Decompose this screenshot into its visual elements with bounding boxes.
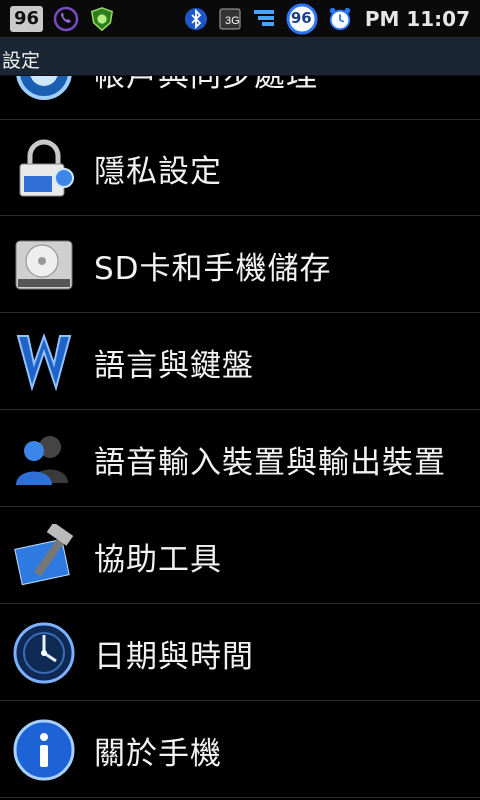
viber-icon [53, 6, 79, 32]
battery-level-badge: 96 [10, 6, 44, 32]
settings-item-date-time[interactable]: 日期與時間 [0, 605, 480, 701]
battery-circle-icon: 96 [285, 3, 319, 35]
settings-item-label: 日期與時間 [94, 638, 254, 675]
status-bar: 96 3G 96 PM 11:07 [0, 0, 480, 38]
settings-item-label: 協助工具 [94, 541, 222, 578]
settings-list: 帳戶與同步處理 隱私設定 SD卡和手機儲存 [0, 76, 480, 800]
settings-item-language-keyboard[interactable]: 語言與鍵盤 [0, 314, 480, 410]
sync-globe-icon [12, 76, 76, 104]
page-title: 設定 [2, 50, 41, 72]
clock-icon [12, 621, 76, 685]
letter-w-icon [12, 330, 76, 394]
lock-icon [12, 136, 76, 200]
settings-item-label: 隱私設定 [94, 153, 222, 190]
signal-icon [251, 6, 277, 32]
alarm-icon [327, 6, 353, 32]
svg-text:3G: 3G [225, 15, 240, 27]
settings-item-label: 語言與鍵盤 [94, 347, 254, 384]
battery-circle-value: 96 [290, 9, 312, 27]
sync-3g-icon: 3G [217, 6, 243, 32]
tools-hammer-icon [12, 522, 76, 588]
settings-item-storage[interactable]: SD卡和手機儲存 [0, 217, 480, 313]
title-bar: 設定 [0, 38, 480, 76]
info-icon [12, 718, 76, 782]
settings-item-about-phone[interactable]: 關於手機 [0, 702, 480, 798]
settings-item-label: 關於手機 [94, 735, 222, 772]
clock-time: PM 11:07 [364, 7, 470, 31]
bluetooth-icon [183, 6, 209, 32]
settings-item-privacy[interactable]: 隱私設定 [0, 120, 480, 216]
settings-item-label: SD卡和手機儲存 [94, 250, 332, 287]
hard-drive-icon [12, 233, 76, 297]
settings-item-label: 語音輸入裝置與輸出裝置 [94, 444, 446, 481]
status-right: 3G 96 PM 11:07 [183, 3, 470, 35]
settings-item-voice-io[interactable]: 語音輸入裝置與輸出裝置 [0, 411, 480, 507]
settings-item-accounts-sync[interactable]: 帳戶與同步處理 [0, 76, 480, 120]
status-left: 96 [10, 3, 115, 35]
shield-bug-icon [89, 6, 115, 32]
settings-item-accessibility[interactable]: 協助工具 [0, 508, 480, 604]
users-icon [12, 427, 76, 491]
settings-item-label: 帳戶與同步處理 [94, 76, 318, 120]
